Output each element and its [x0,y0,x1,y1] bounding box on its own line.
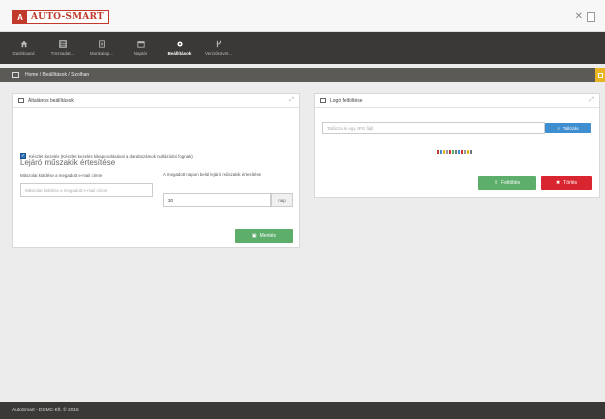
logo-text: AUTO-SMART [31,12,104,22]
main-nav: Dashboard Törzsadat... Munkalap... Naptá… [0,32,605,64]
panel-title: Logó feltöltése [330,97,363,104]
panel-header: Logó feltöltése ⤢ [315,94,599,108]
footer: AutoSmart - DSMC-Kft. © 2015 [0,402,605,419]
upload-button-label: Feltöltés [501,180,521,186]
upload-icon: ⇧ [493,180,499,186]
breadcrumb: Home / Beállítások / Szolhan [0,68,605,82]
nav-item-beallitasok[interactable]: Beállítások [160,32,199,64]
save-button-label: Mentés [259,233,277,239]
app-logo[interactable]: A AUTO-SMART [12,10,109,24]
file-input[interactable]: Tallózza ki egy JPG fájlt [322,122,545,134]
nav-label: Beállítások [167,51,192,56]
document-icon[interactable] [587,11,595,22]
trash-icon: ✖ [555,180,561,186]
days-unit: nap [271,193,293,207]
document-icon [98,40,105,48]
calendar-icon [136,41,145,48]
breadcrumb-text[interactable]: Home / Beállítások / Szolhan [25,72,89,78]
nav-item-dashboard[interactable]: Dashboard [4,32,43,64]
edit-icon [18,98,24,103]
list-icon [12,72,19,78]
days-value: 30 [168,197,173,203]
nav-label: Naptár [133,51,148,56]
logo-preview [437,148,477,155]
nav-label: Dashboard [12,51,35,56]
nav-item-verziokovetes[interactable]: Verziókövet... [199,32,238,64]
image-icon [320,98,326,103]
delete-button-label: Törlés [563,180,578,186]
days-label: A megadott napon belül lejáró műszakik é… [163,172,262,177]
panel-header: Általános beállítások ⤢ [13,94,299,108]
general-settings-panel: Általános beállítások ⤢ [12,93,300,248]
browse-button[interactable]: ⌕ Tallózás [545,123,591,133]
nav-label: Törzsadat... [50,51,75,56]
expand-icon[interactable]: ⤢ [289,97,294,104]
expand-icon[interactable]: ⤢ [589,97,594,104]
nav-label: Munkalap... [89,51,114,56]
branch-icon [216,40,221,48]
email-field[interactable]: Mászolat küldése a megadott e-mail címre [20,183,153,197]
save-button[interactable]: ▣ Mentés [235,229,293,243]
bell-icon [597,72,603,78]
browse-button-label: Tallózás [562,125,579,131]
nav-item-naptar[interactable]: Naptár [121,32,160,64]
top-icons: ✕ [575,11,595,22]
save-icon: ▣ [251,233,257,239]
upload-button[interactable]: ⇧ Feltöltés [478,176,536,190]
panel-title: Általános beállítások [28,97,74,104]
email-label: Mászolat küldése a megadott e-mail címre [20,173,103,178]
notification-button[interactable] [595,68,605,82]
close-icon[interactable]: ✕ [575,11,583,22]
section-title: Lejáró műszakik értesítése [20,158,116,167]
delete-button[interactable]: ✖ Törlés [541,176,592,190]
days-field[interactable]: 30 [163,193,271,207]
database-icon [58,40,67,48]
home-icon [20,40,27,48]
nav-item-torzsadat[interactable]: Törzsadat... [43,32,82,64]
top-bar: A AUTO-SMART ✕ [0,0,605,32]
nav-label: Verziókövet... [204,51,232,56]
nav-item-munkalap[interactable]: Munkalap... [82,32,121,64]
footer-text: AutoSmart - DSMC-Kft. © 2015 [12,408,79,413]
search-icon: ⌕ [557,125,560,131]
gear-icon [176,41,183,47]
logo-mark: A [13,11,27,23]
